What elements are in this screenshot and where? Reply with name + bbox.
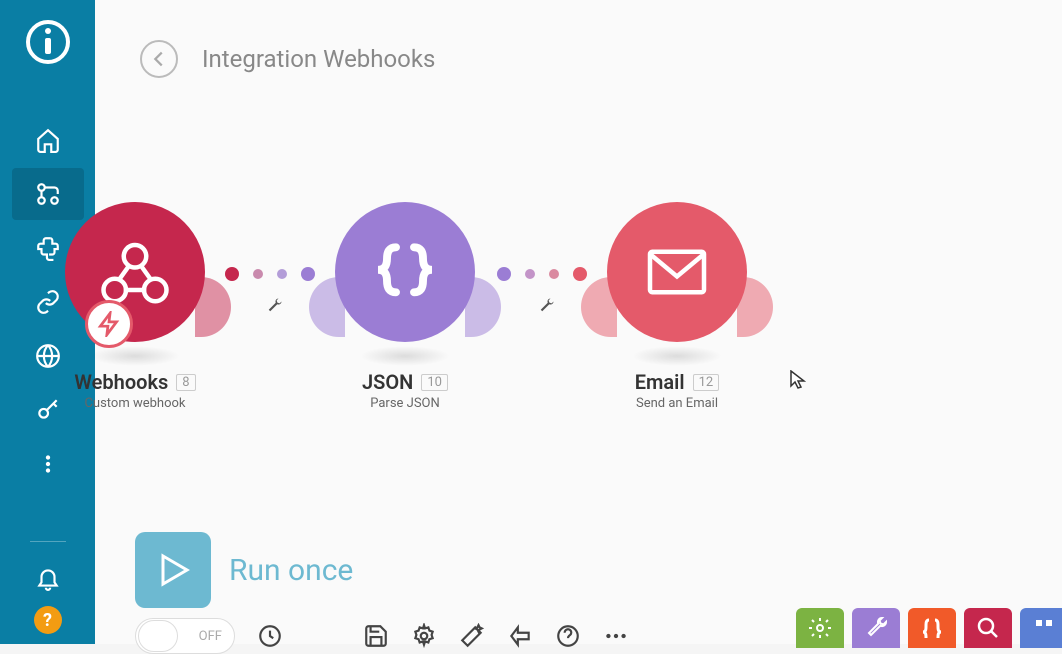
nav-divider — [30, 541, 66, 542]
debug-icon[interactable] — [507, 623, 533, 649]
settings-icon[interactable] — [411, 623, 437, 649]
action-more[interactable] — [1020, 608, 1062, 648]
run-bar: Run once — [135, 532, 353, 608]
action-flow[interactable] — [852, 608, 900, 648]
magic-icon[interactable] — [459, 623, 485, 649]
connector-2 — [497, 267, 587, 281]
history-icon[interactable] — [257, 623, 283, 649]
action-search[interactable] — [964, 608, 1012, 648]
nav-notifications[interactable] — [12, 552, 84, 604]
module-subtitle: Send an Email — [636, 396, 718, 411]
toggle-state: OFF — [199, 629, 222, 644]
module-subtitle: Parse JSON — [370, 396, 440, 411]
save-icon[interactable] — [363, 623, 389, 649]
action-tools[interactable] — [796, 608, 844, 648]
nav-help[interactable]: ? — [34, 606, 62, 634]
wrench-icon[interactable] — [537, 297, 555, 319]
module-title: JSON — [362, 370, 413, 394]
module-title: Email — [635, 370, 685, 394]
run-label: Run once — [229, 553, 353, 588]
module-email[interactable]: Email 12 Send an Email — [607, 202, 747, 411]
run-button[interactable] — [135, 532, 211, 608]
help-icon[interactable] — [555, 623, 581, 649]
cursor-icon — [790, 370, 806, 390]
wrench-icon[interactable] — [265, 297, 283, 319]
app-logo — [26, 20, 70, 64]
module-title: Webhooks — [74, 370, 168, 394]
action-squares — [796, 608, 1062, 648]
module-badge: 8 — [176, 374, 195, 391]
more-icon[interactable] — [603, 623, 629, 649]
connector-1 — [225, 267, 315, 281]
module-badge: 12 — [693, 374, 720, 391]
bottom-toolbar: OFF — [135, 618, 629, 654]
scheduling-toggle[interactable]: OFF — [135, 618, 235, 654]
action-code[interactable] — [908, 608, 956, 648]
module-badge: 10 — [421, 374, 448, 391]
main-canvas: Integration Webhooks — [95, 0, 1062, 644]
module-webhooks[interactable]: Webhooks 8 Custom webhook — [65, 202, 205, 411]
module-schedule-icon[interactable] — [85, 300, 133, 348]
module-subtitle: Custom webhook — [84, 396, 185, 411]
module-json[interactable]: JSON 10 Parse JSON — [335, 202, 475, 411]
nav-more[interactable] — [12, 438, 84, 490]
nav-home[interactable] — [12, 114, 84, 166]
